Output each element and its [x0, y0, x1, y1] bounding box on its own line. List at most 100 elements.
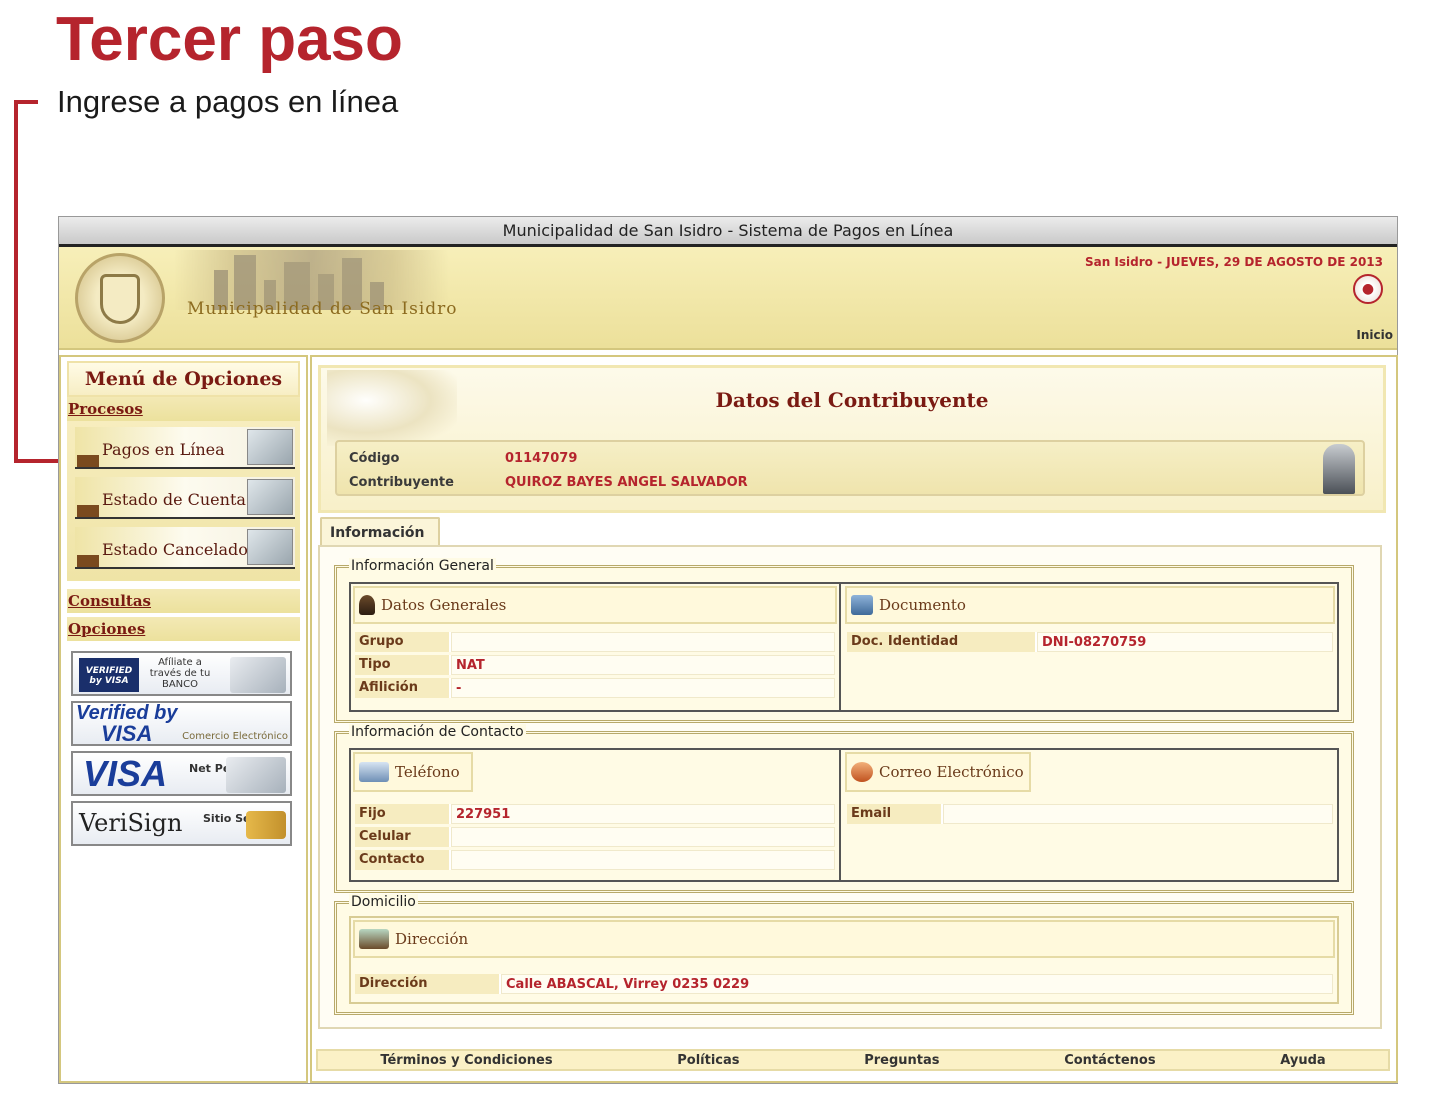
- footer-ayuda-link[interactable]: Ayuda: [1280, 1053, 1325, 1068]
- user-avatar: [1323, 444, 1355, 494]
- doc-identidad-label: Doc. Identidad: [847, 632, 1037, 652]
- calculator-chart-icon: [247, 529, 293, 565]
- codigo-value: 01147079: [505, 450, 578, 466]
- municipal-seal-icon: [75, 253, 165, 343]
- email-value: [943, 804, 1333, 824]
- page-title: Datos del Contribuyente: [715, 388, 989, 412]
- contribuyente-value: QUIROZ BAYES ANGEL SALVADOR: [505, 474, 748, 490]
- domicilio-table: Dirección Dirección Calle ABASCAL, Virre…: [349, 916, 1339, 1004]
- footer-contactenos-link[interactable]: Contáctenos: [1064, 1053, 1155, 1068]
- contacto-table: Teléfono Fijo 227951 Celular Contacto Co…: [349, 748, 1339, 882]
- bullet-icon: [77, 455, 99, 467]
- sidebar-item-estado-cancelado[interactable]: Estado Cancelado: [75, 527, 295, 569]
- afiliate-visa-badge[interactable]: VERIFIED by VISA Afíliate a través de tu…: [71, 651, 292, 696]
- banner-municipality-name: Municipalidad de San Isidro: [187, 299, 458, 319]
- contacto-row: Contacto: [355, 850, 835, 870]
- fieldset-informacion-contacto: Información de Contacto Teléfono Fijo 22…: [334, 724, 1354, 893]
- documento-title: Documento: [879, 596, 966, 614]
- people-image-icon: [226, 757, 286, 793]
- tipo-value: NAT: [451, 655, 835, 675]
- direccion-header: Dirección: [353, 920, 1335, 958]
- afiliacion-label: Afilición: [355, 678, 451, 698]
- direccion-row: Dirección Calle ABASCAL, Virrey 0235 022…: [355, 974, 1333, 994]
- direccion-label: Dirección: [355, 974, 501, 994]
- celular-value: [451, 827, 835, 847]
- verisign-logo: VeriSign: [79, 809, 183, 837]
- datos-generales-title: Datos Generales: [381, 596, 507, 614]
- footer-politicas-link[interactable]: Políticas: [677, 1053, 739, 1068]
- sidebar-item-estado-de-cuenta[interactable]: Estado de Cuenta: [75, 477, 295, 519]
- house-icon: [359, 929, 389, 949]
- email-row: Email: [847, 804, 1333, 824]
- correo-header: Correo Electrónico: [845, 752, 1031, 792]
- pointer-line: [14, 100, 18, 463]
- datos-generales-header: Datos Generales: [353, 586, 837, 624]
- telefono-title: Teléfono: [395, 763, 460, 781]
- afiliacion-row: Afilición -: [355, 678, 835, 698]
- fieldset-domicilio: Domicilio Dirección Dirección Calle ABAS…: [334, 894, 1354, 1015]
- sidebar-item-label: Pagos en Línea: [102, 440, 225, 459]
- afiliate-text: Afíliate a través de tu BANCO: [149, 657, 211, 690]
- taxpayer-identity-box: Código 01147079 Contribuyente QUIROZ BAY…: [335, 440, 1365, 496]
- sidebar-menu: Menú de Opciones Procesos Pagos en Línea…: [59, 355, 308, 1083]
- bullet-icon: [77, 555, 99, 567]
- person-icon: [359, 595, 375, 615]
- telefono-column: Teléfono Fijo 227951 Celular Contacto: [351, 750, 841, 880]
- mail-icon: [851, 762, 873, 782]
- bullet-icon: [77, 505, 99, 517]
- datos-generales-column: Datos Generales Grupo Tipo NAT Afilición: [351, 584, 841, 710]
- visa-netperu-badge[interactable]: VISA Net Perú: [71, 751, 292, 796]
- key-icon: [246, 811, 286, 839]
- afiliacion-value: -: [451, 678, 835, 698]
- sidebar-link-consultas[interactable]: Consultas: [67, 589, 300, 613]
- tab-informacion[interactable]: Información: [320, 517, 440, 547]
- correo-column: Correo Electrónico Email: [843, 750, 1337, 880]
- documento-header: Documento: [845, 586, 1335, 624]
- home-link[interactable]: Inicio: [1356, 328, 1393, 342]
- footer-preguntas-link[interactable]: Preguntas: [864, 1053, 939, 1068]
- banner: Municipalidad de San Isidro San Isidro -…: [59, 247, 1397, 350]
- contribuyente-label: Contribuyente: [349, 474, 454, 490]
- visa-text: VISA: [101, 721, 153, 746]
- contribuyente-row: Contribuyente QUIROZ BAYES ANGEL SALVADO…: [349, 472, 748, 492]
- fijo-label: Fijo: [355, 804, 451, 824]
- celular-label: Celular: [355, 827, 451, 847]
- legend-domicilio: Domicilio: [349, 894, 418, 910]
- verified-by-visa-badge[interactable]: Verified by VISA Comercio Electrónico: [71, 701, 292, 746]
- contacto-label: Contacto: [355, 850, 451, 870]
- footer-terminos-link[interactable]: Términos y Condiciones: [380, 1053, 552, 1068]
- logout-lock-icon[interactable]: ●: [1353, 274, 1383, 304]
- tipo-label: Tipo: [355, 655, 451, 675]
- comercio-electronico-text: Comercio Electrónico: [182, 731, 288, 742]
- window-title: Municipalidad de San Isidro - Sistema de…: [502, 221, 954, 240]
- email-label: Email: [847, 804, 943, 824]
- grupo-value: [451, 632, 835, 652]
- documento-column: Documento Doc. Identidad DNI-08270759: [843, 584, 1337, 710]
- main-content: Datos del Contribuyente Código 01147079 …: [310, 355, 1398, 1083]
- card-pen-icon: [230, 657, 286, 693]
- grupo-label: Grupo: [355, 632, 451, 652]
- sidebar-item-pagos-en-linea[interactable]: Pagos en Línea: [75, 427, 295, 469]
- sidebar-link-opciones[interactable]: Opciones: [67, 617, 300, 641]
- contacto-value: [451, 850, 835, 870]
- grupo-row: Grupo: [355, 632, 835, 652]
- doc-identidad-value: DNI-08270759: [1037, 632, 1333, 652]
- celular-row: Celular: [355, 827, 835, 847]
- legend-informacion-general: Información General: [349, 558, 496, 574]
- direccion-title: Dirección: [395, 930, 469, 948]
- verisign-badge[interactable]: VeriSign Sitio Seguro: [71, 801, 292, 846]
- doc-identidad-row: Doc. Identidad DNI-08270759: [847, 632, 1333, 652]
- taxpayer-header: Datos del Contribuyente Código 01147079 …: [318, 365, 1386, 513]
- menu-title: Menú de Opciones: [67, 361, 300, 397]
- step-subtitle: Ingrese a pagos en línea: [57, 84, 399, 119]
- window-titlebar: Municipalidad de San Isidro - Sistema de…: [59, 217, 1397, 247]
- fijo-value: 227951: [451, 804, 835, 824]
- fijo-row: Fijo 227951: [355, 804, 835, 824]
- codigo-row: Código 01147079: [349, 448, 577, 468]
- banner-date: San Isidro - JUEVES, 29 DE AGOSTO DE 201…: [1084, 255, 1383, 269]
- direccion-value: Calle ABASCAL, Virrey 0235 0229: [501, 974, 1333, 994]
- procesos-list: Pagos en Línea Estado de Cuenta Estado C…: [67, 421, 300, 581]
- fieldset-informacion-general: Información General Datos Generales Grup…: [334, 558, 1354, 723]
- laptop-user-icon: [247, 429, 293, 465]
- sidebar-link-procesos[interactable]: Procesos: [67, 397, 300, 421]
